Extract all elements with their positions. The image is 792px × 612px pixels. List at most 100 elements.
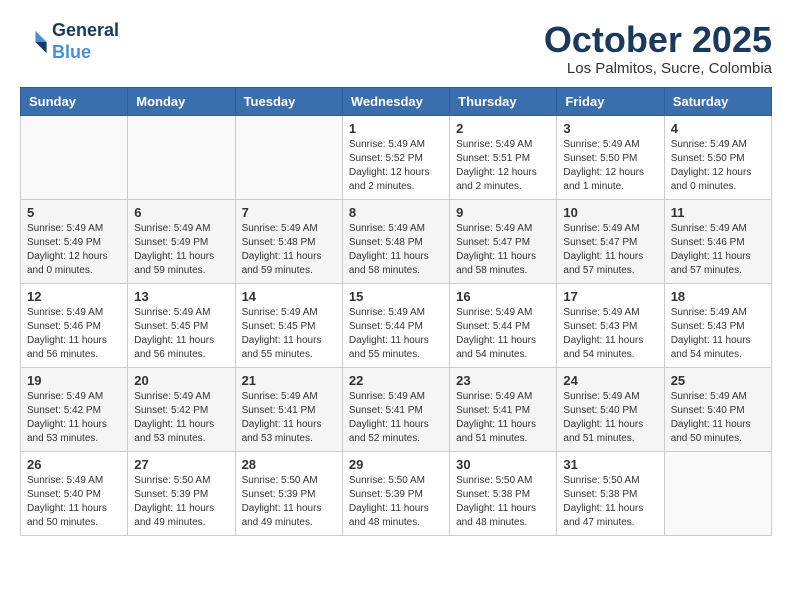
day-cell: 11 Sunrise: 5:49 AMSunset: 5:46 PMDayligh…: [664, 199, 771, 283]
day-info: Sunrise: 5:49 AMSunset: 5:48 PMDaylight:…: [349, 222, 443, 278]
day-number: 29: [349, 457, 443, 472]
day-info: Sunrise: 5:49 AMSunset: 5:40 PMDaylight:…: [563, 390, 657, 446]
day-cell: 18 Sunrise: 5:49 AMSunset: 5:43 PMDayligh…: [664, 283, 771, 367]
day-cell: 24 Sunrise: 5:49 AMSunset: 5:40 PMDayligh…: [557, 367, 664, 451]
day-number: 13: [134, 289, 228, 304]
day-cell: 2 Sunrise: 5:49 AMSunset: 5:51 PMDaylight…: [450, 115, 557, 199]
day-info: Sunrise: 5:49 AMSunset: 5:43 PMDaylight:…: [671, 306, 765, 362]
day-number: 24: [563, 373, 657, 388]
day-cell: 5 Sunrise: 5:49 AMSunset: 5:49 PMDaylight…: [21, 199, 128, 283]
day-info: Sunrise: 5:49 AMSunset: 5:52 PMDaylight:…: [349, 138, 443, 194]
weekday-header-friday: Friday: [557, 87, 664, 115]
day-number: 11: [671, 205, 765, 220]
day-number: 1: [349, 121, 443, 136]
day-cell: 19Sunrise: 5:49 AMSunset: 5:42 PMDayligh…: [21, 367, 128, 451]
calendar: SundayMondayTuesdayWednesdayThursdayFrid…: [20, 87, 772, 536]
day-info: Sunrise: 5:49 AMSunset: 5:45 PMDaylight:…: [242, 306, 336, 362]
day-cell: 14 Sunrise: 5:49 AMSunset: 5:45 PMDayligh…: [235, 283, 342, 367]
weekday-header-row: SundayMondayTuesdayWednesdayThursdayFrid…: [21, 87, 772, 115]
day-info: Sunrise: 5:49 AMSunset: 5:46 PMDaylight:…: [27, 306, 121, 362]
day-number: 27: [134, 457, 228, 472]
day-number: 17: [563, 289, 657, 304]
day-info: Sunrise: 5:50 AMSunset: 5:39 PMDaylight:…: [134, 474, 228, 530]
day-cell: 13 Sunrise: 5:49 AMSunset: 5:45 PMDayligh…: [128, 283, 235, 367]
day-number: 30: [456, 457, 550, 472]
day-info: Sunrise: 5:49 AMSunset: 5:46 PMDaylight:…: [671, 222, 765, 278]
day-number: 9: [456, 205, 550, 220]
day-cell: 4Sunrise: 5:49 AMSunset: 5:50 PMDaylight…: [664, 115, 771, 199]
day-cell: 7 Sunrise: 5:49 AMSunset: 5:48 PMDaylight…: [235, 199, 342, 283]
week-row-1: 1 Sunrise: 5:49 AMSunset: 5:52 PMDaylight…: [21, 115, 772, 199]
location-title: Los Palmitos, Sucre, Colombia: [544, 60, 772, 77]
day-number: 8: [349, 205, 443, 220]
day-info: Sunrise: 5:49 AMSunset: 5:42 PMDaylight:…: [27, 390, 121, 446]
logo-line1: General: [52, 20, 119, 42]
day-info: Sunrise: 5:50 AMSunset: 5:39 PMDaylight:…: [242, 474, 336, 530]
day-info: Sunrise: 5:49 AMSunset: 5:42 PMDaylight:…: [134, 390, 228, 446]
day-info: Sunrise: 5:49 AMSunset: 5:41 PMDaylight:…: [456, 390, 550, 446]
title-section: October 2025 Los Palmitos, Sucre, Colomb…: [544, 20, 772, 77]
day-number: 21: [242, 373, 336, 388]
day-cell: [664, 451, 771, 535]
day-number: 28: [242, 457, 336, 472]
day-cell: 10Sunrise: 5:49 AMSunset: 5:47 PMDayligh…: [557, 199, 664, 283]
day-info: Sunrise: 5:49 AMSunset: 5:51 PMDaylight:…: [456, 138, 550, 194]
day-cell: 17 Sunrise: 5:49 AMSunset: 5:43 PMDayligh…: [557, 283, 664, 367]
day-number: 5: [27, 205, 121, 220]
day-number: 6: [134, 205, 228, 220]
day-cell: 28 Sunrise: 5:50 AMSunset: 5:39 PMDayligh…: [235, 451, 342, 535]
day-number: 2: [456, 121, 550, 136]
day-info: Sunrise: 5:49 AMSunset: 5:41 PMDaylight:…: [242, 390, 336, 446]
week-row-2: 5 Sunrise: 5:49 AMSunset: 5:49 PMDaylight…: [21, 199, 772, 283]
day-number: 22: [349, 373, 443, 388]
day-number: 12: [27, 289, 121, 304]
day-cell: 15 Sunrise: 5:49 AMSunset: 5:44 PMDayligh…: [342, 283, 449, 367]
day-cell: [128, 115, 235, 199]
day-cell: 29Sunrise: 5:50 AMSunset: 5:39 PMDayligh…: [342, 451, 449, 535]
day-number: 18: [671, 289, 765, 304]
day-info: Sunrise: 5:49 AMSunset: 5:47 PMDaylight:…: [456, 222, 550, 278]
day-cell: 1 Sunrise: 5:49 AMSunset: 5:52 PMDaylight…: [342, 115, 449, 199]
day-cell: 23Sunrise: 5:49 AMSunset: 5:41 PMDayligh…: [450, 367, 557, 451]
day-number: 26: [27, 457, 121, 472]
day-number: 25: [671, 373, 765, 388]
day-info: Sunrise: 5:49 AMSunset: 5:49 PMDaylight:…: [27, 222, 121, 278]
day-info: Sunrise: 5:49 AMSunset: 5:48 PMDaylight:…: [242, 222, 336, 278]
day-cell: 31Sunrise: 5:50 AMSunset: 5:38 PMDayligh…: [557, 451, 664, 535]
day-cell: 20 Sunrise: 5:49 AMSunset: 5:42 PMDayligh…: [128, 367, 235, 451]
day-info: Sunrise: 5:49 AMSunset: 5:47 PMDaylight:…: [563, 222, 657, 278]
day-number: 14: [242, 289, 336, 304]
day-info: Sunrise: 5:49 AMSunset: 5:49 PMDaylight:…: [134, 222, 228, 278]
logo-line2: Blue: [52, 42, 119, 64]
day-number: 20: [134, 373, 228, 388]
week-row-5: 26 Sunrise: 5:49 AMSunset: 5:40 PMDayligh…: [21, 451, 772, 535]
day-info: Sunrise: 5:49 AMSunset: 5:50 PMDaylight:…: [563, 138, 657, 194]
day-info: Sunrise: 5:49 AMSunset: 5:43 PMDaylight:…: [563, 306, 657, 362]
day-number: 7: [242, 205, 336, 220]
day-cell: 3 Sunrise: 5:49 AMSunset: 5:50 PMDaylight…: [557, 115, 664, 199]
day-info: Sunrise: 5:49 AMSunset: 5:44 PMDaylight:…: [349, 306, 443, 362]
day-cell: 30Sunrise: 5:50 AMSunset: 5:38 PMDayligh…: [450, 451, 557, 535]
day-number: 3: [563, 121, 657, 136]
logo-text: General Blue: [52, 20, 119, 63]
day-cell: 8 Sunrise: 5:49 AMSunset: 5:48 PMDaylight…: [342, 199, 449, 283]
day-cell: 25 Sunrise: 5:49 AMSunset: 5:40 PMDayligh…: [664, 367, 771, 451]
day-info: Sunrise: 5:49 AMSunset: 5:45 PMDaylight:…: [134, 306, 228, 362]
weekday-header-saturday: Saturday: [664, 87, 771, 115]
header: General Blue October 2025 Los Palmitos, …: [20, 20, 772, 77]
day-info: Sunrise: 5:49 AMSunset: 5:40 PMDaylight:…: [27, 474, 121, 530]
day-info: Sunrise: 5:49 AMSunset: 5:40 PMDaylight:…: [671, 390, 765, 446]
day-number: 15: [349, 289, 443, 304]
day-cell: 12 Sunrise: 5:49 AMSunset: 5:46 PMDayligh…: [21, 283, 128, 367]
day-cell: [235, 115, 342, 199]
day-cell: 16Sunrise: 5:49 AMSunset: 5:44 PMDayligh…: [450, 283, 557, 367]
month-title: October 2025: [544, 20, 772, 60]
day-cell: 9 Sunrise: 5:49 AMSunset: 5:47 PMDaylight…: [450, 199, 557, 283]
logo-icon: [20, 28, 48, 56]
weekday-header-thursday: Thursday: [450, 87, 557, 115]
week-row-3: 12 Sunrise: 5:49 AMSunset: 5:46 PMDayligh…: [21, 283, 772, 367]
week-row-4: 19Sunrise: 5:49 AMSunset: 5:42 PMDayligh…: [21, 367, 772, 451]
weekday-header-wednesday: Wednesday: [342, 87, 449, 115]
day-info: Sunrise: 5:49 AMSunset: 5:44 PMDaylight:…: [456, 306, 550, 362]
day-info: Sunrise: 5:49 AMSunset: 5:50 PMDaylight:…: [671, 138, 765, 194]
